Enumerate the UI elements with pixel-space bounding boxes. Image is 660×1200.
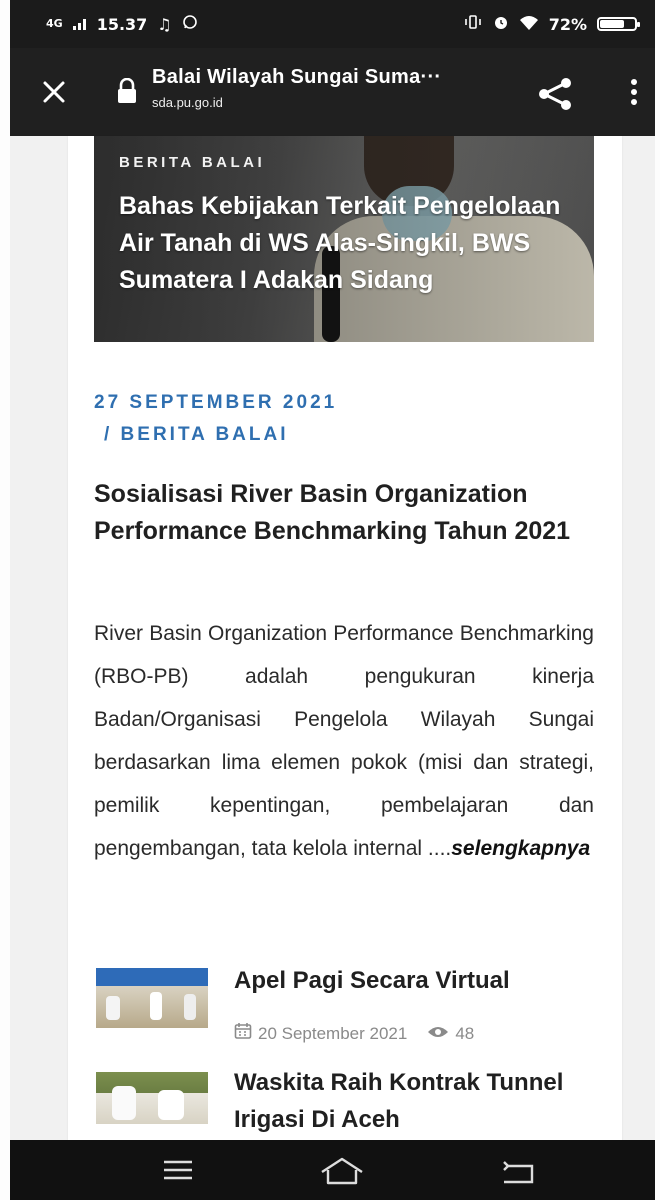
- article-date: 27 SEPTEMBER 2021: [94, 392, 338, 413]
- related-thumbnail[interactable]: [96, 968, 208, 1028]
- related-views: 48: [455, 1023, 475, 1043]
- lock-icon: [116, 77, 138, 109]
- related-meta: 20 September 2021 48: [234, 1022, 474, 1045]
- back-icon[interactable]: [498, 1156, 538, 1191]
- music-note-icon: ♫: [157, 14, 172, 34]
- signal-bars-icon: [72, 15, 87, 34]
- content-card: BERITA BALAI Bahas Kebijakan Terkait Pen…: [68, 136, 622, 1146]
- wifi-icon: [519, 14, 539, 34]
- related-title[interactable]: Apel Pagi Secara Virtual: [234, 962, 510, 999]
- article-excerpt-text: River Basin Organization Performance Ben…: [94, 622, 594, 860]
- battery-icon: [597, 17, 640, 31]
- more-options-icon[interactable]: [630, 78, 638, 111]
- page-title: Balai Wilayah Sungai Suma···: [152, 66, 442, 88]
- network-indicator: 4G: [46, 17, 63, 30]
- share-icon[interactable]: [536, 76, 576, 117]
- read-more-link[interactable]: selengkapnya: [451, 837, 590, 860]
- calendar-icon: [234, 1022, 252, 1045]
- battery-percent: 72%: [548, 14, 587, 34]
- hero-news-card[interactable]: BERITA BALAI Bahas Kebijakan Terkait Pen…: [94, 136, 594, 342]
- phone-screen: 4G 15.37 ♫ 72% Balai Wilayah Sungai Suma…: [10, 0, 655, 1200]
- related-thumbnail[interactable]: [96, 1072, 208, 1124]
- system-nav-bar: [10, 1140, 655, 1200]
- menu-icon[interactable]: [160, 1156, 196, 1189]
- home-icon[interactable]: [318, 1156, 366, 1191]
- address-area[interactable]: Balai Wilayah Sungai Suma··· sda.pu.go.i…: [152, 66, 502, 110]
- alarm-icon: [493, 14, 509, 34]
- hero-title[interactable]: Bahas Kebijakan Terkait Pengelolaan Air …: [119, 188, 579, 299]
- browser-toolbar: Balai Wilayah Sungai Suma··· sda.pu.go.i…: [10, 48, 655, 136]
- article-excerpt: River Basin Organization Performance Ben…: [94, 612, 594, 870]
- hero-category[interactable]: BERITA BALAI: [119, 154, 265, 171]
- article-title[interactable]: Sosialisasi River Basin Organization Per…: [94, 476, 594, 550]
- eye-icon: [427, 1024, 449, 1044]
- article-category-link[interactable]: / BERITA BALAI: [104, 424, 289, 446]
- vibrate-icon: [463, 14, 483, 34]
- related-date: 20 September 2021: [258, 1023, 408, 1043]
- related-title[interactable]: Waskita Raih Kontrak Tunnel Irigasi Di A…: [234, 1064, 594, 1138]
- clock-time: 15.37: [96, 14, 148, 34]
- whatsapp-icon: [182, 14, 198, 34]
- page-url: sda.pu.go.id: [152, 95, 223, 110]
- status-bar: 4G 15.37 ♫ 72%: [10, 0, 655, 48]
- close-icon[interactable]: [40, 78, 68, 106]
